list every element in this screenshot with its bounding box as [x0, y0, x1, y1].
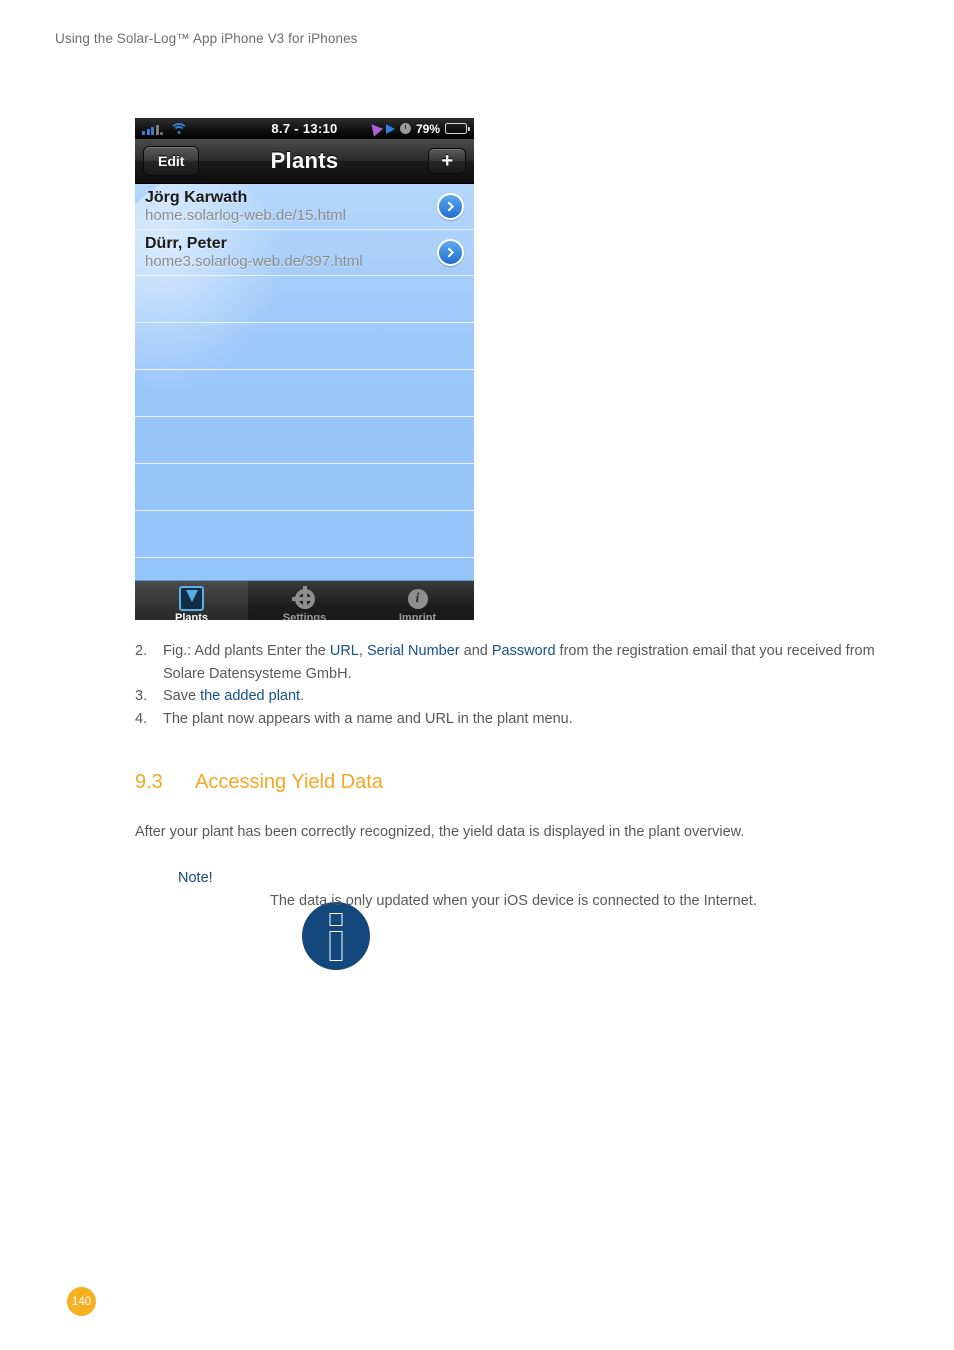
note-label: Note! — [178, 870, 213, 886]
numbered-step-list: 2. Fig.: Add plants Enter the URL, Serial… — [135, 640, 895, 730]
plant-list-empty-rows — [135, 276, 474, 580]
phone-tab-bar: Plants Settings i Imprint — [135, 580, 474, 620]
section-title: Accessing Yield Data — [195, 771, 383, 793]
battery-percent-label: 79% — [415, 121, 440, 136]
inline-text: . — [300, 688, 305, 704]
list-item: 4. The plant now appears with a name and … — [135, 708, 895, 731]
plant-list[interactable]: Jörg Karwath home.solarlog-web.de/15.htm… — [135, 184, 474, 580]
inline-text: The plant now appears with a name and UR… — [163, 710, 573, 727]
tab-plants-label: Plants — [174, 611, 208, 621]
plant-list-empty-row — [135, 464, 474, 511]
step-number: 3. — [135, 688, 148, 704]
plant-url: home3.solarlog-web.de/397.html — [145, 253, 363, 270]
tab-imprint-label: Imprint — [398, 611, 437, 621]
tab-imprint[interactable]: i Imprint — [361, 581, 474, 620]
section-number: 9.3 — [135, 771, 163, 793]
location-arrow-icon — [366, 120, 384, 137]
page-number-badge: 140 — [67, 1287, 96, 1316]
status-bar-left-group — [142, 122, 188, 135]
section-heading: 9.3 Accessing Yield Data — [135, 771, 383, 794]
info-icon: i — [407, 588, 428, 610]
iphone-screenshot-figure: 8.7 - 13:10 79% Edit Plants + Jörg Karwa… — [135, 118, 474, 620]
gear-icon — [291, 585, 315, 610]
plant-list-empty-row — [135, 417, 474, 464]
plant-name: Jörg Karwath — [145, 189, 248, 206]
edit-button[interactable]: Edit — [143, 146, 200, 176]
inline-text: and — [459, 643, 492, 659]
plant-list-empty-row — [135, 323, 474, 370]
phone-navigation-bar: Edit Plants + — [135, 139, 474, 184]
note-text: The data is only updated when your iOS d… — [270, 893, 757, 909]
inline-text: Fig.: Add plants Enter the — [163, 643, 330, 659]
status-bar-right-group: 79% — [366, 120, 470, 137]
chevron-right-icon[interactable] — [437, 193, 464, 220]
inline-text: Save — [163, 688, 201, 704]
tab-settings[interactable]: Settings — [248, 581, 361, 620]
step-text: Save the added plant. — [163, 685, 895, 708]
play-icon — [385, 123, 395, 134]
list-item: 2. Fig.: Add plants Enter the URL, Serial… — [135, 640, 895, 685]
inline-link[interactable]: Password — [492, 643, 556, 659]
plant-list-item[interactable]: Jörg Karwath home.solarlog-web.de/15.htm… — [135, 184, 474, 230]
plant-list-item[interactable]: Dürr, Peter home3.solarlog-web.de/397.ht… — [135, 230, 474, 276]
list-item: 3. Save the added plant. — [135, 685, 895, 708]
step-number: 4. — [135, 710, 148, 727]
plant-item-texts: Jörg Karwath home.solarlog-web.de/15.htm… — [145, 188, 437, 225]
section-intro-paragraph: After your plant has been correctly reco… — [135, 824, 745, 840]
step-number: 2. — [135, 643, 148, 659]
signal-bars-icon — [142, 124, 163, 135]
plant-list-empty-row — [135, 370, 474, 417]
phone-status-bar: 8.7 - 13:10 79% — [135, 118, 474, 139]
alarm-clock-icon — [399, 123, 411, 134]
plant-list-empty-row — [135, 511, 474, 558]
inline-text: , — [358, 643, 367, 659]
add-plant-button[interactable]: + — [428, 148, 466, 174]
plant-url: home.solarlog-web.de/15.html — [145, 207, 346, 224]
plant-item-texts: Dürr, Peter home3.solarlog-web.de/397.ht… — [145, 234, 437, 271]
chevron-right-icon[interactable] — [437, 239, 464, 266]
plant-list-empty-row — [135, 558, 474, 580]
tab-plants[interactable]: Plants — [135, 581, 248, 620]
plants-icon — [179, 586, 204, 611]
plant-name: Dürr, Peter — [145, 235, 227, 252]
tab-settings-label: Settings — [282, 611, 327, 621]
wifi-icon — [170, 122, 188, 135]
inline-link[interactable]: URL — [330, 643, 359, 659]
document-running-header: Using the Solar-Log™ App iPhone V3 for i… — [55, 31, 358, 46]
step-text: Fig.: Add plants Enter the URL, Serial N… — [163, 640, 895, 685]
info-circle-icon — [302, 902, 370, 970]
inline-link[interactable]: the added plant — [200, 688, 300, 704]
plant-list-empty-row — [135, 276, 474, 323]
inline-link[interactable]: Serial Number — [367, 643, 460, 659]
battery-icon — [445, 123, 470, 134]
step-text: The plant now appears with a name and UR… — [163, 708, 895, 731]
